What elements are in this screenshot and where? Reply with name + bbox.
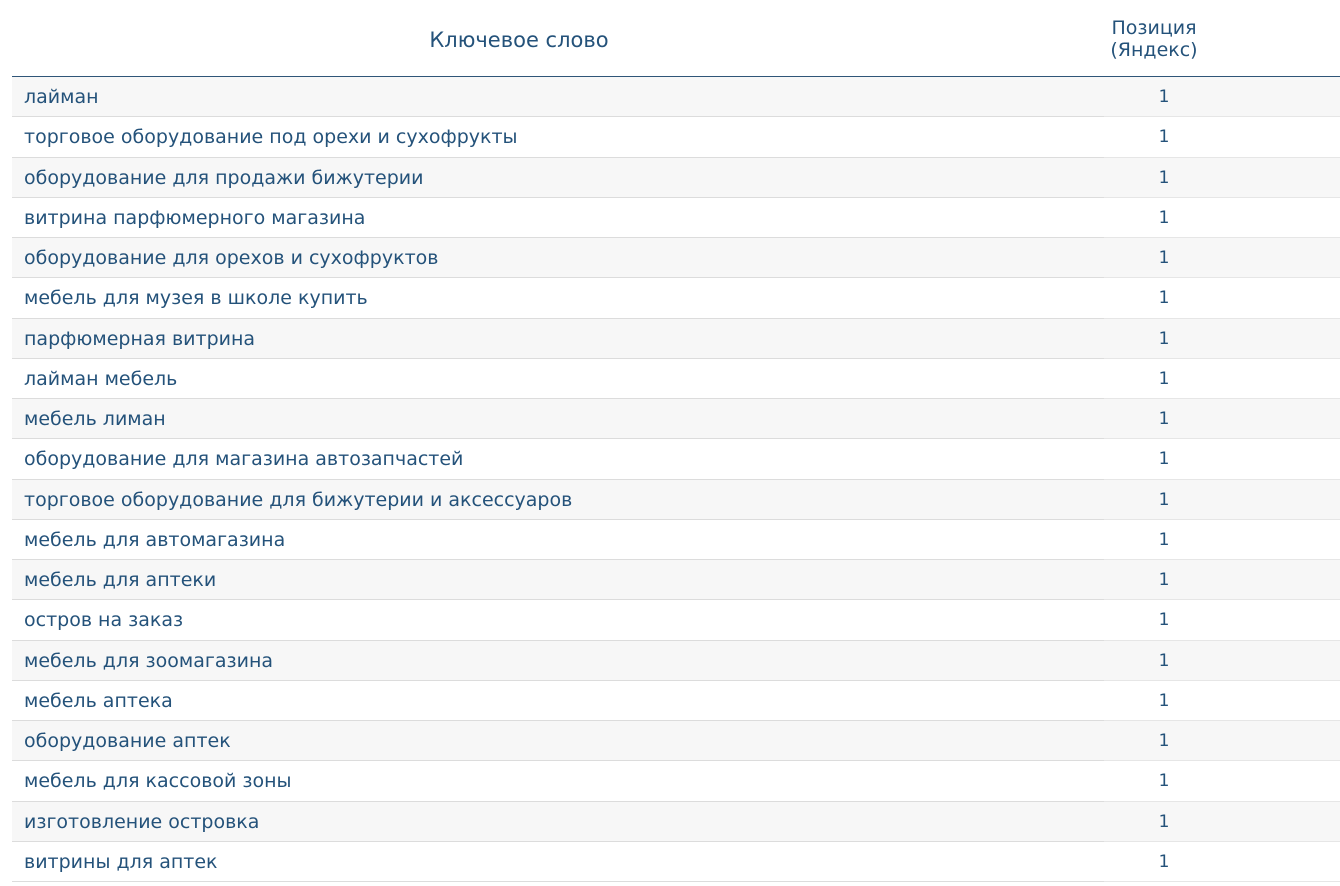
position-cell: 1 xyxy=(1158,529,1170,550)
keyword-cell: мебель для зоомагазина xyxy=(24,649,274,672)
table-body: лайман 1 торговое оборудование под орехи и… xyxy=(12,77,1340,883)
keyword-cell: витрины для аптек xyxy=(24,850,218,873)
table-row: оборудование для магазина автозапчастей 1 xyxy=(12,439,1340,480)
keyword-cell: мебель для автомагазина xyxy=(24,528,286,551)
position-cell: 1 xyxy=(1158,449,1170,470)
table-row: мебель для музея в школе купить 1 xyxy=(12,278,1340,319)
table-row: мебель для аптеки 1 xyxy=(12,560,1340,601)
position-cell: 1 xyxy=(1158,409,1170,429)
position-cell: 1 xyxy=(1158,851,1170,872)
table-row: торговое оборудование для бижутерии и ак… xyxy=(12,479,1340,521)
table-row: парфюмерная витрина 1 xyxy=(12,318,1340,360)
column-header-keyword: Ключевое слово xyxy=(429,28,609,52)
position-cell: 1 xyxy=(1158,731,1170,751)
position-cell: 1 xyxy=(1158,368,1170,389)
column-header-position-line1: Позиция xyxy=(1111,17,1197,39)
keyword-cell: оборудование для орехов и сухофруктов xyxy=(24,247,439,269)
position-cell: 1 xyxy=(1158,489,1170,510)
table-row: витрины для аптек 1 xyxy=(12,841,1340,883)
table-row: оборудование для орехов и сухофруктов 1 xyxy=(12,238,1340,279)
table-row: мебель лиман 1 xyxy=(12,399,1340,440)
position-cell: 1 xyxy=(1158,650,1170,671)
position-cell: 1 xyxy=(1158,127,1170,148)
keyword-cell: мебель аптека xyxy=(24,689,173,712)
table-row: остров на заказ 1 xyxy=(12,600,1340,641)
position-cell: 1 xyxy=(1158,207,1170,228)
table-row: торговое оборудование под орехи и сухофр… xyxy=(12,117,1340,158)
position-cell: 1 xyxy=(1158,690,1170,711)
keyword-cell: изготовление островка xyxy=(24,810,260,833)
keyword-cell: мебель для кассовой зоны xyxy=(24,770,292,793)
table-row: лайман 1 xyxy=(12,77,1340,118)
keyword-cell: мебель лиман xyxy=(24,408,166,430)
table-row: витрина парфюмерного магазина 1 xyxy=(12,197,1340,239)
table-row: мебель для зоомагазина 1 xyxy=(12,640,1340,682)
keyword-cell: оборудование для продажи бижутерии xyxy=(24,166,424,189)
keyword-cell: оборудование для магазина автозапчастей xyxy=(24,448,464,471)
keyword-positions-table: Ключевое слово Позиция (Яндекс) лайман 1 т… xyxy=(12,0,1340,883)
position-cell: 1 xyxy=(1158,811,1170,832)
table-row: изготовление островка 1 xyxy=(12,801,1340,843)
table-row: мебель для автомагазина 1 xyxy=(12,519,1340,561)
position-cell: 1 xyxy=(1158,771,1170,792)
position-cell: 1 xyxy=(1158,167,1170,188)
position-cell: 1 xyxy=(1158,288,1170,309)
keyword-cell: остров на заказ xyxy=(24,609,184,632)
keyword-cell: лайман мебель xyxy=(24,367,178,390)
table-row: оборудование для продажи бижутерии 1 xyxy=(12,157,1340,199)
table-row: мебель для кассовой зоны 1 xyxy=(12,761,1340,802)
keyword-cell: торговое оборудование под орехи и сухофр… xyxy=(24,126,518,149)
keyword-cell: мебель для музея в школе купить xyxy=(24,287,368,310)
keyword-cell: парфюмерная витрина xyxy=(24,327,256,350)
column-header-position: Позиция (Яндекс) xyxy=(1078,17,1230,61)
keyword-cell: торговое оборудование для бижутерии и ак… xyxy=(24,488,573,511)
column-header-position-line2: (Яндекс) xyxy=(1110,39,1198,61)
table-row: мебель аптека 1 xyxy=(12,680,1340,722)
keyword-cell: мебель для аптеки xyxy=(24,569,217,591)
table-row: лайман мебель 1 xyxy=(12,358,1340,400)
position-cell: 1 xyxy=(1158,610,1170,631)
table-header: Ключевое слово Позиция (Яндекс) xyxy=(12,0,1340,77)
keyword-cell: витрина парфюмерного магазина xyxy=(24,206,366,229)
position-cell: 1 xyxy=(1158,328,1170,349)
table-row: оборудование аптек 1 xyxy=(12,721,1340,762)
position-cell: 1 xyxy=(1158,570,1170,590)
keyword-cell: лайман xyxy=(24,86,99,108)
keyword-cell: оборудование аптек xyxy=(24,730,231,752)
position-cell: 1 xyxy=(1158,248,1170,268)
position-cell: 1 xyxy=(1158,87,1170,107)
